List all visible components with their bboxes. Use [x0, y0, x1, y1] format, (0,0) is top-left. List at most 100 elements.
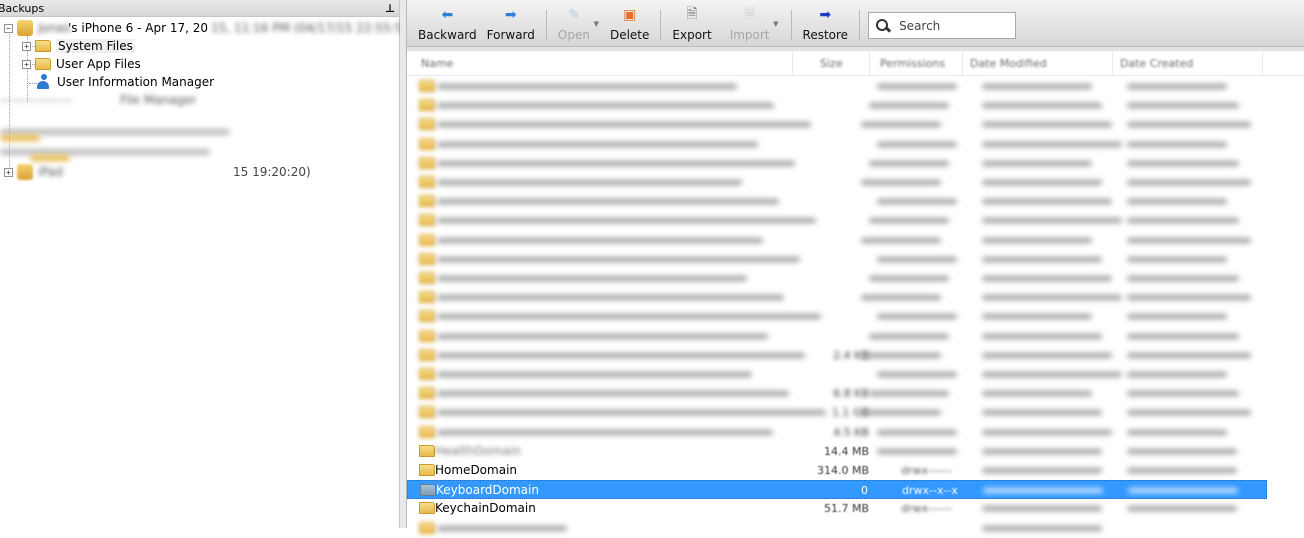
file-size: 6.8 KB — [833, 387, 869, 401]
file-permissions: drwx------ — [901, 502, 952, 516]
tree-node-iphone-backup[interactable]: − Jonas 's iPhone 6 - Apr 17, 20 15, 11:… — [4, 19, 415, 37]
redacted-date-created — [1127, 468, 1237, 473]
redacted-date-created — [1127, 103, 1239, 109]
file-row-redacted[interactable] — [407, 135, 1267, 154]
file-row-redacted[interactable] — [407, 173, 1267, 192]
backward-button[interactable]: ⬅ Backward — [413, 0, 482, 44]
file-row-redacted[interactable] — [407, 365, 1267, 384]
file-row-redacted[interactable]: 1.1 GB — [407, 403, 1267, 422]
file-row-redacted[interactable] — [407, 96, 1267, 115]
file-row-redacted[interactable] — [407, 288, 1267, 307]
redacted-date-modified — [982, 333, 1102, 339]
export-file-icon: 🗎 — [686, 6, 698, 22]
file-row-redacted[interactable] — [407, 211, 1267, 230]
column-header-name[interactable]: Name — [421, 57, 453, 70]
folder-icon — [419, 99, 435, 112]
tree-node-user-app-files[interactable]: + User App Files — [22, 55, 141, 73]
import-button[interactable]: 🗎 Import ▼ — [725, 0, 779, 44]
redacted-date-created — [1127, 372, 1227, 377]
column-header-permissions[interactable]: Permissions — [880, 57, 945, 70]
redacted-name — [437, 276, 747, 281]
redacted-date-modified — [983, 488, 1103, 494]
tree-node-system-files[interactable]: + System Files — [22, 37, 135, 55]
redacted-date-modified — [982, 372, 1122, 377]
redacted-date-created — [1127, 333, 1239, 339]
redacted-date-created — [1127, 122, 1251, 128]
file-row-redacted[interactable] — [407, 327, 1267, 346]
redacted-name — [437, 295, 784, 301]
redacted-name — [437, 391, 789, 397]
export-button[interactable]: 🗎 Export — [667, 0, 716, 44]
redacted-date-modified — [982, 84, 1092, 89]
file-row-redacted[interactable]: 4.5 KB — [407, 423, 1267, 442]
tree-node-ipad-backup[interactable]: + iPad 15 19:20:20) — [4, 163, 311, 181]
redacted-date-modified — [982, 448, 1102, 454]
pin-icon[interactable]: ⊥ — [385, 2, 395, 15]
folder-icon — [419, 329, 435, 342]
search-box[interactable]: Search — [868, 12, 1017, 39]
redacted-name — [437, 103, 774, 109]
file-row-redacted[interactable] — [407, 192, 1267, 211]
collapse-toggle[interactable]: − — [4, 23, 13, 33]
file-row[interactable]: HomeDomain 314.0 MB drwx------ — [407, 461, 1267, 480]
open-button[interactable]: ✎ Open ▼ — [553, 0, 599, 44]
file-row[interactable]: HealthDomain 14.4 MB — [407, 442, 1267, 461]
expand-toggle[interactable]: + — [4, 167, 13, 177]
redacted-name — [437, 160, 795, 166]
column-header-row: Name Size Permissions Date Modified Date… — [407, 51, 1304, 76]
redacted-permissions — [869, 103, 949, 109]
column-header-date-modified[interactable]: Date Modified — [970, 57, 1047, 70]
file-row[interactable]: KeyboardDomain 0 drwx--x--x — [407, 480, 1267, 500]
redacted-permissions — [869, 333, 949, 339]
folder-icon — [419, 310, 435, 323]
redacted-permissions — [861, 352, 941, 358]
file-row[interactable]: KeychainDomain 51.7 MB drwx------ — [407, 499, 1267, 518]
redacted-permissions — [877, 84, 957, 89]
restore-button[interactable]: ➡ Restore — [798, 0, 854, 44]
restore-icon: ➡ — [819, 7, 832, 23]
redacted-date-created — [1127, 410, 1251, 416]
file-row-redacted[interactable] — [407, 154, 1267, 173]
redacted-date-modified — [982, 295, 1122, 301]
delete-button[interactable]: ▣ Delete — [605, 0, 654, 44]
file-permissions: drwx--x--x — [902, 484, 958, 498]
tree-node-user-information-manager[interactable]: User Information Manager — [35, 73, 214, 91]
user-icon — [35, 74, 51, 90]
dropdown-arrow-icon[interactable]: ▼ — [594, 20, 599, 28]
redacted-permissions — [869, 391, 949, 397]
search-icon — [875, 18, 891, 34]
tree-node-label: System Files — [56, 39, 135, 53]
file-row-redacted[interactable] — [407, 231, 1267, 250]
forward-button[interactable]: ➡ Forward — [482, 0, 540, 44]
folder-icon — [419, 464, 435, 476]
redacted-name — [437, 84, 737, 89]
column-header-date-created[interactable]: Date Created — [1120, 57, 1193, 70]
redacted-name — [437, 525, 567, 531]
folder-icon — [419, 502, 435, 515]
file-row-redacted[interactable] — [407, 250, 1267, 269]
redacted-permissions — [877, 314, 957, 320]
file-row-redacted[interactable] — [407, 519, 1267, 538]
open-file-icon: ✎ — [568, 7, 580, 23]
tree-node-file-manager[interactable]: —————— File Manager — [0, 91, 197, 109]
folder-icon — [419, 233, 435, 246]
folder-icon — [35, 40, 51, 52]
redacted-date-modified — [982, 199, 1112, 205]
file-row-redacted[interactable]: 6.8 KB — [407, 384, 1267, 403]
file-row-redacted[interactable] — [407, 269, 1267, 288]
file-row-redacted[interactable] — [407, 307, 1267, 326]
dropdown-arrow-icon[interactable]: ▼ — [773, 20, 778, 28]
folder-icon — [419, 406, 435, 419]
file-row-redacted[interactable] — [407, 115, 1267, 134]
search-input[interactable]: Search — [899, 19, 940, 33]
redacted-date-modified — [982, 352, 1112, 358]
folder-icon — [419, 272, 435, 284]
file-row-redacted[interactable] — [407, 77, 1267, 96]
expand-toggle[interactable]: + — [22, 41, 31, 51]
redacted-permissions — [877, 141, 957, 147]
file-row-redacted[interactable]: 2.4 KB — [407, 346, 1267, 365]
tree-node-label: 15 19:20:20) — [233, 165, 311, 179]
column-header-size[interactable]: Size — [820, 57, 843, 70]
redacted-permissions — [877, 429, 957, 435]
expand-toggle[interactable]: + — [22, 59, 31, 69]
